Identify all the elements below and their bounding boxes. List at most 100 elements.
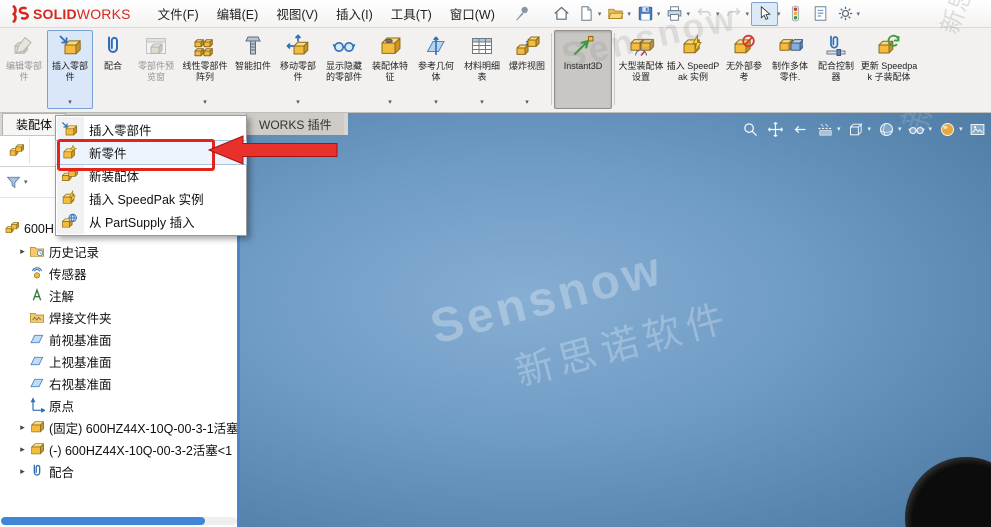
open-document-button[interactable] (603, 3, 628, 25)
new-document-button[interactable] (574, 3, 599, 25)
ribbon-button-make-multibody[interactable]: 制作多体零件. (767, 30, 813, 109)
tree-item-annotations[interactable]: 注解 (0, 284, 240, 306)
tree-item-weldment-folder[interactable]: 焊接文件夹 (0, 306, 240, 328)
pin-menu-button[interactable] (510, 3, 535, 25)
tree-item-history[interactable]: 历史记录 (0, 240, 240, 262)
history-folder-icon (29, 243, 45, 259)
reference-geometry-caret[interactable] (434, 98, 438, 106)
appearance-ball-icon (939, 121, 956, 138)
print-caret[interactable] (686, 10, 690, 18)
section-view-button[interactable] (815, 119, 835, 139)
tree-item-origin[interactable]: 原点 (0, 394, 240, 416)
menu-window[interactable]: 窗口(W) (441, 0, 504, 28)
ribbon-button-large-assembly-settings[interactable]: 大型装配体设置 (617, 30, 665, 109)
hide-show-items-button[interactable] (907, 119, 927, 139)
insert-speedpak-icon (680, 34, 706, 58)
tree-item-top-plane[interactable]: 上视基准面 (0, 350, 240, 372)
scrollbar-thumb[interactable] (1, 517, 205, 525)
ribbon-button-reference-geometry[interactable]: 参考几何体 (413, 30, 459, 109)
ribbon-button-instant3d[interactable]: Instant3D (554, 30, 612, 109)
display-style-button[interactable] (876, 119, 896, 139)
menu-file[interactable]: 文件(F) (149, 0, 208, 28)
tree-item-mates[interactable]: 配合 (0, 460, 240, 482)
expand-arrow[interactable] (16, 422, 29, 433)
filter-funnel-icon[interactable] (5, 174, 22, 191)
pan-button[interactable] (765, 119, 785, 139)
assembly-features-caret[interactable] (388, 98, 392, 106)
tree-item-sensors[interactable]: 传感器 (0, 262, 240, 284)
select-tool-caret[interactable] (777, 10, 781, 18)
display-style-caret[interactable] (898, 125, 902, 133)
show-hidden-icon (331, 34, 357, 58)
ribbon-button-insert-speedpak[interactable]: 插入 SpeedPak 实例 (665, 30, 721, 109)
options-caret[interactable] (857, 10, 861, 18)
bom-caret[interactable] (480, 98, 484, 106)
horizontal-scrollbar[interactable] (1, 517, 237, 525)
menu-edit[interactable]: 编辑(E) (208, 0, 268, 28)
save-button[interactable] (633, 3, 658, 25)
menu-tools[interactable]: 工具(T) (382, 0, 441, 28)
tab-placeholder[interactable] (30, 138, 57, 164)
move-component-caret[interactable] (296, 98, 300, 106)
expand-arrow[interactable] (16, 466, 29, 477)
plane-icon (29, 331, 45, 347)
graphics-viewport[interactable]: Sensnow 新思诺软件 新思诺软件 (240, 113, 991, 527)
ribbon-button-edit-component[interactable]: 编辑零部件 (1, 30, 47, 109)
make-multibody-icon (777, 34, 803, 58)
ribbon-button-move-component[interactable]: 移动零部件 (275, 30, 321, 109)
hide-show-caret[interactable] (929, 125, 933, 133)
edit-appearance-button[interactable] (937, 119, 957, 139)
sensors-icon (29, 265, 45, 281)
section-view-caret[interactable] (837, 125, 841, 133)
exploded-view-icon (514, 34, 540, 58)
redo-button[interactable] (721, 3, 746, 25)
apply-scene-button[interactable] (968, 119, 988, 139)
annotations-icon (29, 287, 45, 303)
open-document-caret[interactable] (627, 10, 631, 18)
select-tool-button[interactable] (751, 2, 778, 26)
expand-arrow[interactable] (16, 444, 29, 455)
save-caret[interactable] (657, 10, 661, 18)
home-button[interactable] (549, 3, 574, 25)
filter-caret[interactable] (24, 178, 28, 186)
tree-item-front-plane[interactable]: 前视基准面 (0, 328, 240, 350)
exploded-view-caret[interactable] (525, 98, 529, 106)
ribbon-button-bom[interactable]: 材料明细表 (459, 30, 505, 109)
ribbon-button-mate-controller[interactable]: 配合控制器 (813, 30, 859, 109)
zoom-fit-button[interactable] (740, 119, 760, 139)
ribbon-button-insert-component[interactable]: 插入零部件 (47, 30, 93, 109)
rebuild-button[interactable] (783, 3, 808, 25)
new-document-caret[interactable] (598, 10, 602, 18)
ribbon-button-mate[interactable]: 配合 (93, 30, 133, 109)
expand-arrow[interactable] (16, 246, 29, 257)
options-button[interactable] (833, 3, 858, 25)
tree-item-part-floating[interactable]: (-) 600HZ44X-10Q-00-3-2活塞<1 (0, 438, 240, 460)
tab-solidworks-addins[interactable]: WORKS 插件 (246, 113, 344, 135)
menu-view[interactable]: 视图(V) (267, 0, 327, 28)
menu-item-insert-speedpak[interactable]: 插入 SpeedPak 实例 (56, 187, 246, 210)
print-button[interactable] (662, 3, 687, 25)
edit-appearance-caret[interactable] (959, 125, 963, 133)
menu-item-partsupply[interactable]: 从 PartSupply 插入 (56, 210, 246, 233)
ribbon-button-smart-fasteners[interactable]: 智能扣件 (231, 30, 275, 109)
ribbon-button-no-external-ref[interactable]: 无外部参考 (721, 30, 767, 109)
undo-button[interactable] (692, 3, 717, 25)
ribbon-button-linear-pattern[interactable]: 线性零部件阵列 (179, 30, 231, 109)
view-orientation-caret[interactable] (868, 125, 872, 133)
linear-pattern-caret[interactable] (203, 98, 207, 106)
file-properties-button[interactable] (808, 3, 833, 25)
tree-item-part-fixed[interactable]: (固定) 600HZ44X-10Q-00-3-1活塞 (0, 416, 240, 438)
insert-component-caret[interactable] (68, 98, 72, 106)
tab-feature-manager[interactable] (3, 138, 30, 164)
ribbon-button-exploded-view[interactable]: 爆炸视图 (505, 30, 549, 109)
previous-view-button[interactable] (790, 119, 810, 139)
view-orientation-button[interactable] (846, 119, 866, 139)
ribbon-button-show-hidden[interactable]: 显示隐藏的零部件 (321, 30, 367, 109)
ribbon-button-assembly-features[interactable]: 装配体特征 (367, 30, 413, 109)
ribbon-button-component-preview[interactable]: 零部件预览窗 (133, 30, 179, 109)
select-cursor-icon (756, 5, 773, 22)
tree-item-right-plane[interactable]: 右视基准面 (0, 372, 240, 394)
ribbon-button-update-speedpak[interactable]: 更新 Speedpak 子装配体 (859, 30, 919, 109)
insert-component-icon (57, 34, 83, 58)
menu-insert[interactable]: 插入(I) (327, 0, 382, 28)
